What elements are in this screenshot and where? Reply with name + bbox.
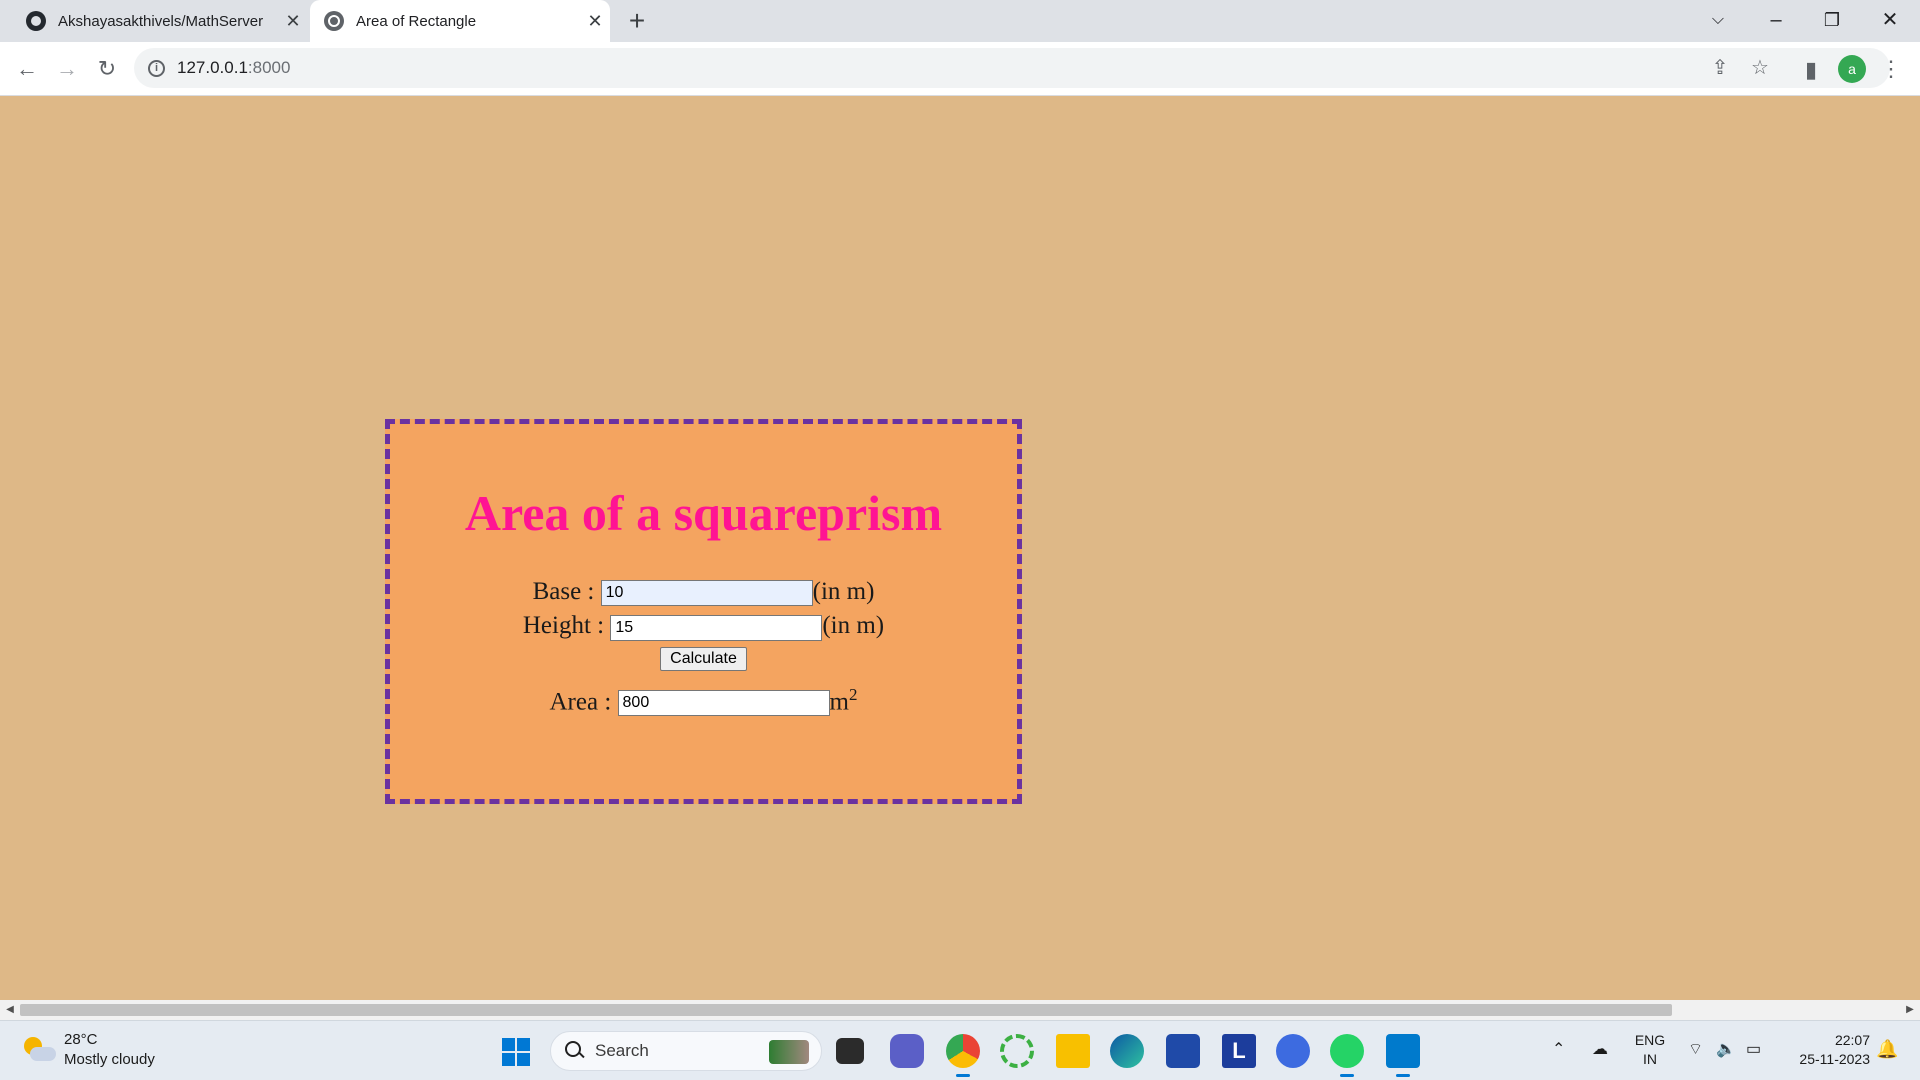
base-input[interactable] xyxy=(600,580,813,607)
chrome-icon[interactable] xyxy=(946,1034,980,1077)
scroll-left-icon[interactable]: ◀ xyxy=(0,1000,20,1020)
base-unit: (in m) xyxy=(812,578,875,605)
address-bar[interactable]: i 127.0.0.1:8000 ⇪ ☆ xyxy=(134,48,1890,88)
task-view-icon[interactable] xyxy=(836,1038,864,1064)
site-info-icon[interactable]: i xyxy=(148,59,165,77)
tab-strip: Akshayasakthivels/MathServer ✕ Area of R… xyxy=(0,0,1920,42)
vscode-icon[interactable] xyxy=(1386,1034,1420,1077)
whatsapp-icon[interactable] xyxy=(1330,1034,1364,1077)
area-label: Area : xyxy=(549,687,612,715)
battery-icon[interactable]: ▭ xyxy=(1746,1039,1761,1059)
area-row: Area : m2 xyxy=(390,685,1017,717)
base-row: Base : (in m) xyxy=(390,578,1017,607)
volume-icon[interactable]: 🔈 xyxy=(1716,1039,1736,1059)
onedrive-icon[interactable]: ☁ xyxy=(1592,1039,1608,1059)
weather-cloud-icon[interactable] xyxy=(22,1035,56,1065)
chevron-up-icon[interactable]: ⌃ xyxy=(1552,1039,1565,1059)
height-row: Height : (in m) xyxy=(390,612,1017,641)
mountain-app-icon[interactable] xyxy=(1276,1034,1310,1068)
taskbar-search[interactable]: Search xyxy=(550,1031,822,1071)
browser-toolbar: ← → ↻ i 127.0.0.1:8000 ⇪ ☆ ▮ a ⋮ xyxy=(0,42,1920,96)
calculate-button[interactable]: Calculate xyxy=(660,646,747,671)
new-tab-button[interactable]: + xyxy=(620,4,654,38)
close-window-button[interactable]: ✕ xyxy=(1862,0,1918,42)
url-port: :8000 xyxy=(247,58,291,77)
base-label: Base : xyxy=(532,578,595,605)
github-icon xyxy=(26,11,46,31)
windows-start-icon[interactable] xyxy=(502,1038,530,1066)
minimize-button[interactable]: – xyxy=(1748,0,1804,42)
restore-button[interactable]: ❐ xyxy=(1804,0,1860,42)
region-code: IN xyxy=(1643,1051,1657,1067)
url-host: 127.0.0.1 xyxy=(177,58,248,77)
close-icon[interactable]: ✕ xyxy=(580,11,610,32)
wifi-icon[interactable]: ⌔ xyxy=(1688,1039,1703,1059)
language-indicator[interactable]: ENG IN xyxy=(1630,1031,1670,1069)
weather-description[interactable]: Mostly cloudy xyxy=(64,1051,155,1068)
system-clock[interactable]: 22:07 25-11-2023 xyxy=(1780,1031,1870,1069)
loading-app-icon[interactable] xyxy=(1000,1034,1034,1068)
bookmark-star-icon[interactable]: ☆ xyxy=(1740,48,1780,88)
calculator-card: Area of a squareprism Base : (in m) Heig… xyxy=(385,419,1022,804)
taskbar: 28°C Mostly cloudy Search L ⌃ ☁ ENG IN ⌔… xyxy=(0,1020,1920,1080)
height-input[interactable] xyxy=(610,614,823,641)
close-icon[interactable]: ✕ xyxy=(278,11,308,32)
tab-title: Akshayasakthivels/MathServer xyxy=(58,12,264,30)
page-content: Area of a squareprism Base : (in m) Heig… xyxy=(0,96,1920,1000)
page-title: Area of a squareprism xyxy=(464,485,943,541)
reload-icon[interactable]: ↻ xyxy=(88,50,126,88)
clock-date: 25-11-2023 xyxy=(1799,1051,1870,1067)
share-icon[interactable]: ⇪ xyxy=(1700,48,1740,88)
microsoft-store-icon[interactable] xyxy=(1166,1034,1200,1068)
tab-title: Area of Rectangle xyxy=(356,12,477,30)
scrollbar-thumb[interactable] xyxy=(20,1004,1672,1016)
calculate-row: Calculate xyxy=(390,646,1017,671)
tab-mathserver-github[interactable]: Akshayasakthivels/MathServer ✕ xyxy=(12,0,308,42)
height-label: Height : xyxy=(522,612,605,640)
profile-avatar[interactable]: a xyxy=(1838,55,1866,83)
height-unit: (in m) xyxy=(822,612,885,640)
menu-kebab-icon[interactable]: ⋮ xyxy=(1876,50,1906,88)
area-unit-superscript: 2 xyxy=(848,684,858,704)
search-icon xyxy=(565,1041,585,1061)
weather-temperature[interactable]: 28°C xyxy=(64,1031,98,1048)
tab-search-chevron-icon[interactable]: ⌵ xyxy=(1690,0,1746,42)
teams-chat-icon[interactable] xyxy=(890,1034,924,1068)
side-panel-icon[interactable]: ▮ xyxy=(1792,51,1830,89)
scroll-right-icon[interactable]: ▶ xyxy=(1900,1000,1920,1020)
horizontal-scrollbar[interactable]: ◀ ▶ xyxy=(0,1000,1920,1020)
notification-bell-icon[interactable]: 🔔 xyxy=(1876,1039,1898,1061)
l-app-icon[interactable]: L xyxy=(1222,1034,1256,1068)
area-output[interactable] xyxy=(617,690,830,717)
language-code: ENG xyxy=(1634,1032,1666,1048)
search-highlight-icon xyxy=(769,1040,809,1064)
tab-area-of-rectangle[interactable]: Area of Rectangle ✕ xyxy=(310,0,610,42)
forward-arrow-icon[interactable]: → xyxy=(48,50,86,88)
search-label: Search xyxy=(595,1041,649,1060)
globe-icon xyxy=(324,11,344,31)
file-explorer-icon[interactable] xyxy=(1056,1034,1090,1068)
clock-time: 22:07 xyxy=(1834,1032,1870,1048)
back-arrow-icon[interactable]: ← xyxy=(8,50,46,88)
edge-icon[interactable] xyxy=(1110,1034,1144,1068)
area-unit: m xyxy=(829,687,849,715)
